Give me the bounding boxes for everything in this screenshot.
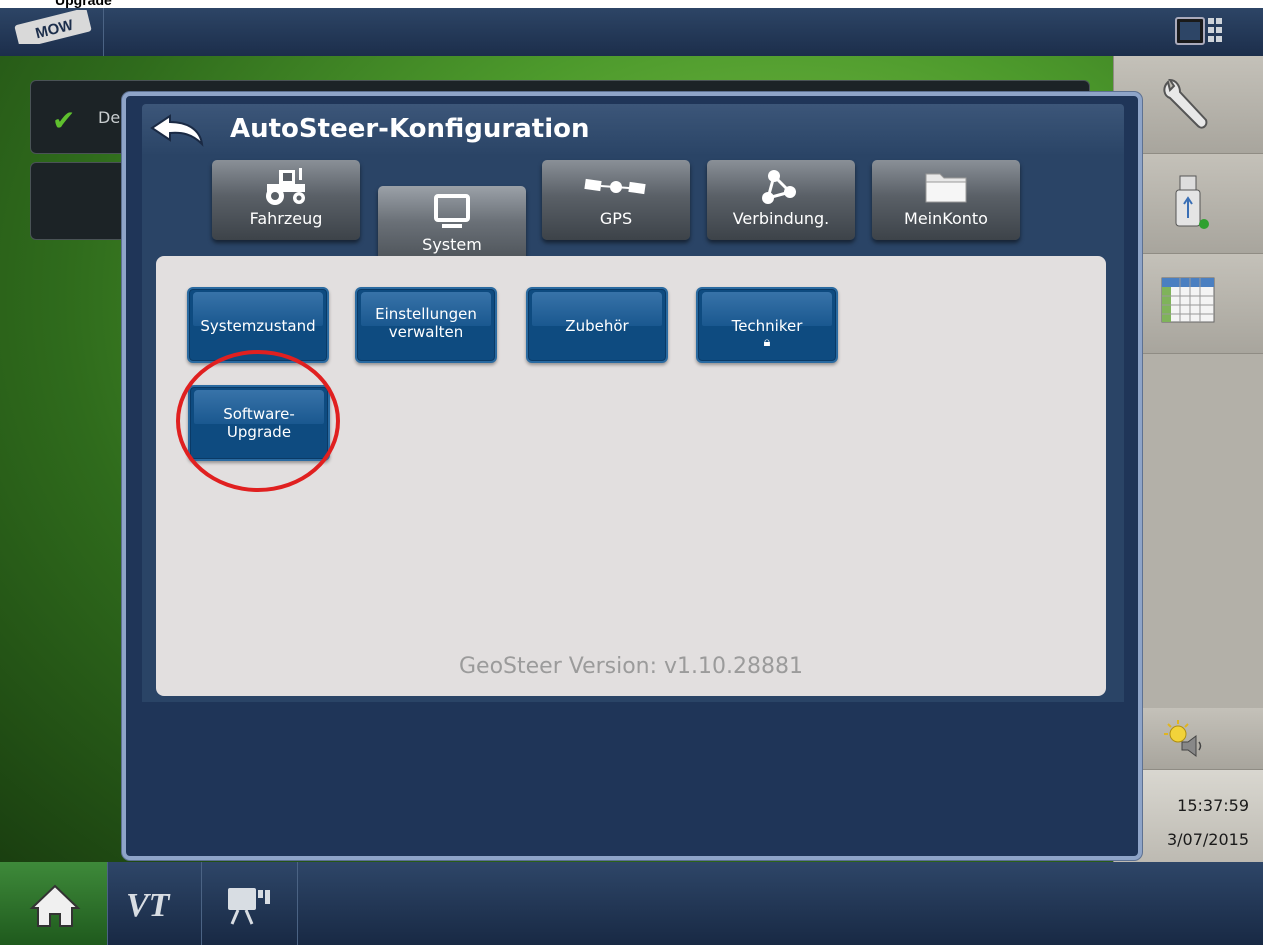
check-icon: ✔	[52, 104, 76, 137]
svg-text:VT: VT	[126, 887, 171, 924]
topbar-divider	[103, 8, 104, 56]
tab-gps[interactable]: GPS	[542, 160, 690, 240]
vt-icon: VT	[126, 887, 171, 924]
wrench-icon	[1163, 78, 1208, 129]
dialog-title: AutoSteer-Konfiguration	[230, 114, 590, 144]
button-label: Techniker	[731, 317, 803, 335]
tab-label: GPS	[599, 209, 633, 228]
version-text: GeoSteer Version: v1.10.28881	[458, 654, 804, 679]
monitor-icon	[434, 194, 470, 228]
lock-icon: 🔒︎	[763, 335, 771, 350]
date-display: 3/07/2015	[1166, 830, 1249, 849]
brightness-volume-icon	[1164, 720, 1202, 757]
camera-icon	[228, 888, 270, 925]
network-icon	[762, 170, 796, 204]
tab-verbindung[interactable]: Verbindung.	[707, 160, 855, 240]
tab-system[interactable]: System	[378, 186, 526, 266]
usb-drive-icon	[1175, 175, 1209, 229]
highlight-circle	[176, 350, 340, 492]
vt-button[interactable]: VT	[108, 862, 202, 945]
logo-icon: MOW	[14, 10, 92, 44]
button-label: Zubehör	[565, 317, 629, 335]
camera-button[interactable]	[202, 862, 298, 945]
layout-switch-icon[interactable]	[1174, 14, 1224, 50]
satellite-icon	[584, 178, 646, 195]
tab-label: System	[422, 235, 482, 254]
home-button[interactable]	[0, 862, 108, 945]
background-row-text: De	[98, 108, 121, 127]
button-label-line2: verwalten	[388, 323, 464, 341]
spreadsheet-icon	[1161, 277, 1215, 323]
top-bar	[0, 8, 1263, 56]
button-label: Systemzustand	[200, 317, 316, 335]
tab-meinkonto[interactable]: MeinKonto	[872, 160, 1020, 240]
tab-fahrzeug[interactable]: Fahrzeug	[212, 160, 360, 240]
zubehoer-button[interactable]: Zubehör	[526, 287, 668, 363]
home-icon	[29, 884, 81, 927]
techniker-button[interactable]: Techniker 🔒︎	[696, 287, 838, 363]
page-heading-fragment: Upgrade	[55, 0, 112, 8]
back-arrow-icon[interactable]	[148, 108, 210, 152]
einstellungen-verwalten-button[interactable]: Einstellungen verwalten	[355, 287, 497, 363]
background-panel	[30, 162, 127, 240]
button-label-line1: Einstellungen	[375, 305, 477, 323]
tractor-icon	[266, 168, 305, 205]
tab-label: Fahrzeug	[249, 209, 323, 228]
folder-icon	[925, 173, 967, 203]
time-display: 15:37:59	[1177, 796, 1249, 815]
tab-label: Verbindung.	[732, 209, 830, 228]
tab-label: MeinKonto	[904, 209, 988, 228]
